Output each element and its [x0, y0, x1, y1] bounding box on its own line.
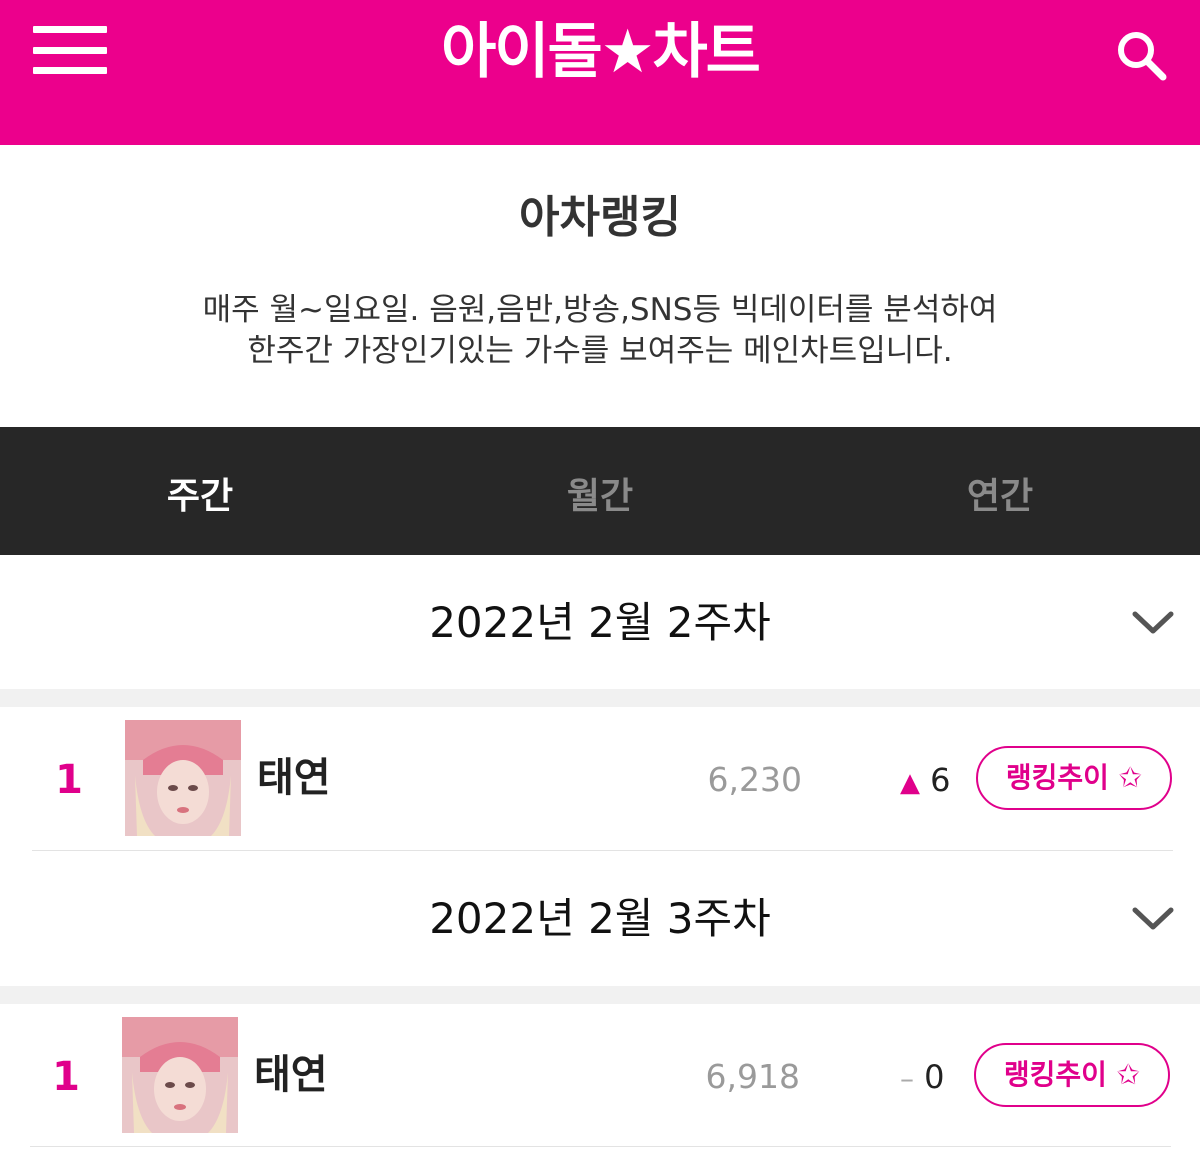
app-header: 아이돌★차트: [0, 0, 1200, 145]
row-divider: [30, 1146, 1171, 1147]
description-line-2: 한주간 가장인기있는 가수를 보여주는 메인차트입니다.: [247, 333, 953, 369]
artist-thumbnail[interactable]: [125, 720, 241, 836]
week-label: 2022년 2월 3주차: [429, 894, 771, 943]
section-divider: [0, 986, 1200, 1004]
period-tabs: 주간 월간 연간: [0, 427, 1200, 555]
artist-name[interactable]: 태연: [254, 1050, 328, 1100]
section-divider: [0, 689, 1200, 707]
ranking-row: 1 태연 6,918 – 0 랭킹추이 ✩: [0, 1004, 1200, 1149]
rank-change-value: 0: [924, 1058, 945, 1096]
artist-thumbnail[interactable]: [122, 1017, 238, 1133]
score-value: 6,918: [705, 1057, 800, 1096]
week-selector[interactable]: 2022년 2월 3주차: [0, 851, 1200, 981]
score-value: 6,230: [707, 760, 802, 799]
rank-change-value: 6: [930, 761, 951, 799]
ranking-trend-button[interactable]: 랭킹추이 ✩: [976, 746, 1172, 810]
ranking-trend-button[interactable]: 랭킹추이 ✩: [974, 1043, 1170, 1107]
tab-monthly[interactable]: 월간: [400, 427, 800, 555]
rank-number: 1: [52, 1054, 80, 1100]
week-label: 2022년 2월 2주차: [429, 598, 771, 647]
app-logo[interactable]: 아이돌★차트: [300, 12, 900, 92]
no-change-dash-icon: –: [900, 1062, 914, 1095]
artist-name[interactable]: 태연: [257, 753, 331, 803]
chevron-down-icon[interactable]: [1130, 903, 1176, 933]
week-selector[interactable]: 2022년 2월 2주차: [0, 555, 1200, 685]
rank-change: – 0: [900, 1052, 945, 1104]
chevron-down-icon[interactable]: [1130, 607, 1176, 637]
page-title: 아차랭킹: [519, 192, 681, 243]
ranking-row: 1 태연 6,230 ▲ 6 랭킹추이 ✩: [0, 707, 1200, 852]
up-arrow-icon: ▲: [900, 768, 920, 798]
page-description: 매주 월~일요일. 음원,음반,방송,SNS등 빅데이터를 분석하여 한주간 가…: [0, 290, 1200, 372]
search-icon[interactable]: [1114, 28, 1168, 82]
tab-yearly[interactable]: 연간: [800, 427, 1200, 555]
hamburger-menu-icon[interactable]: [33, 26, 107, 74]
description-line-1: 매주 월~일요일. 음원,음반,방송,SNS등 빅데이터를 분석하여: [202, 292, 998, 328]
tab-weekly[interactable]: 주간: [0, 427, 400, 555]
rank-number: 1: [55, 757, 83, 803]
rank-change: ▲ 6: [900, 755, 951, 808]
